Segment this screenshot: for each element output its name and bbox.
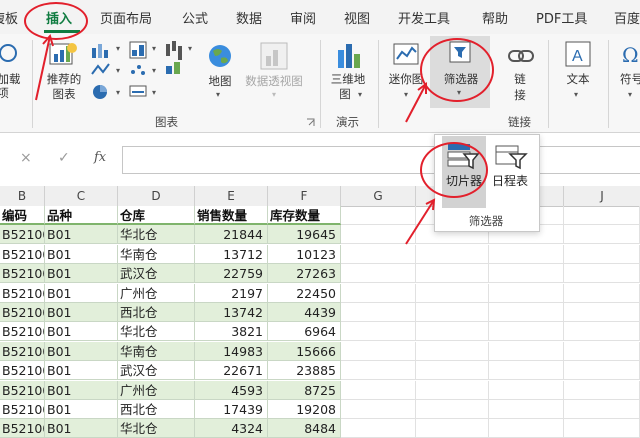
annotation-arrows [35,33,436,245]
